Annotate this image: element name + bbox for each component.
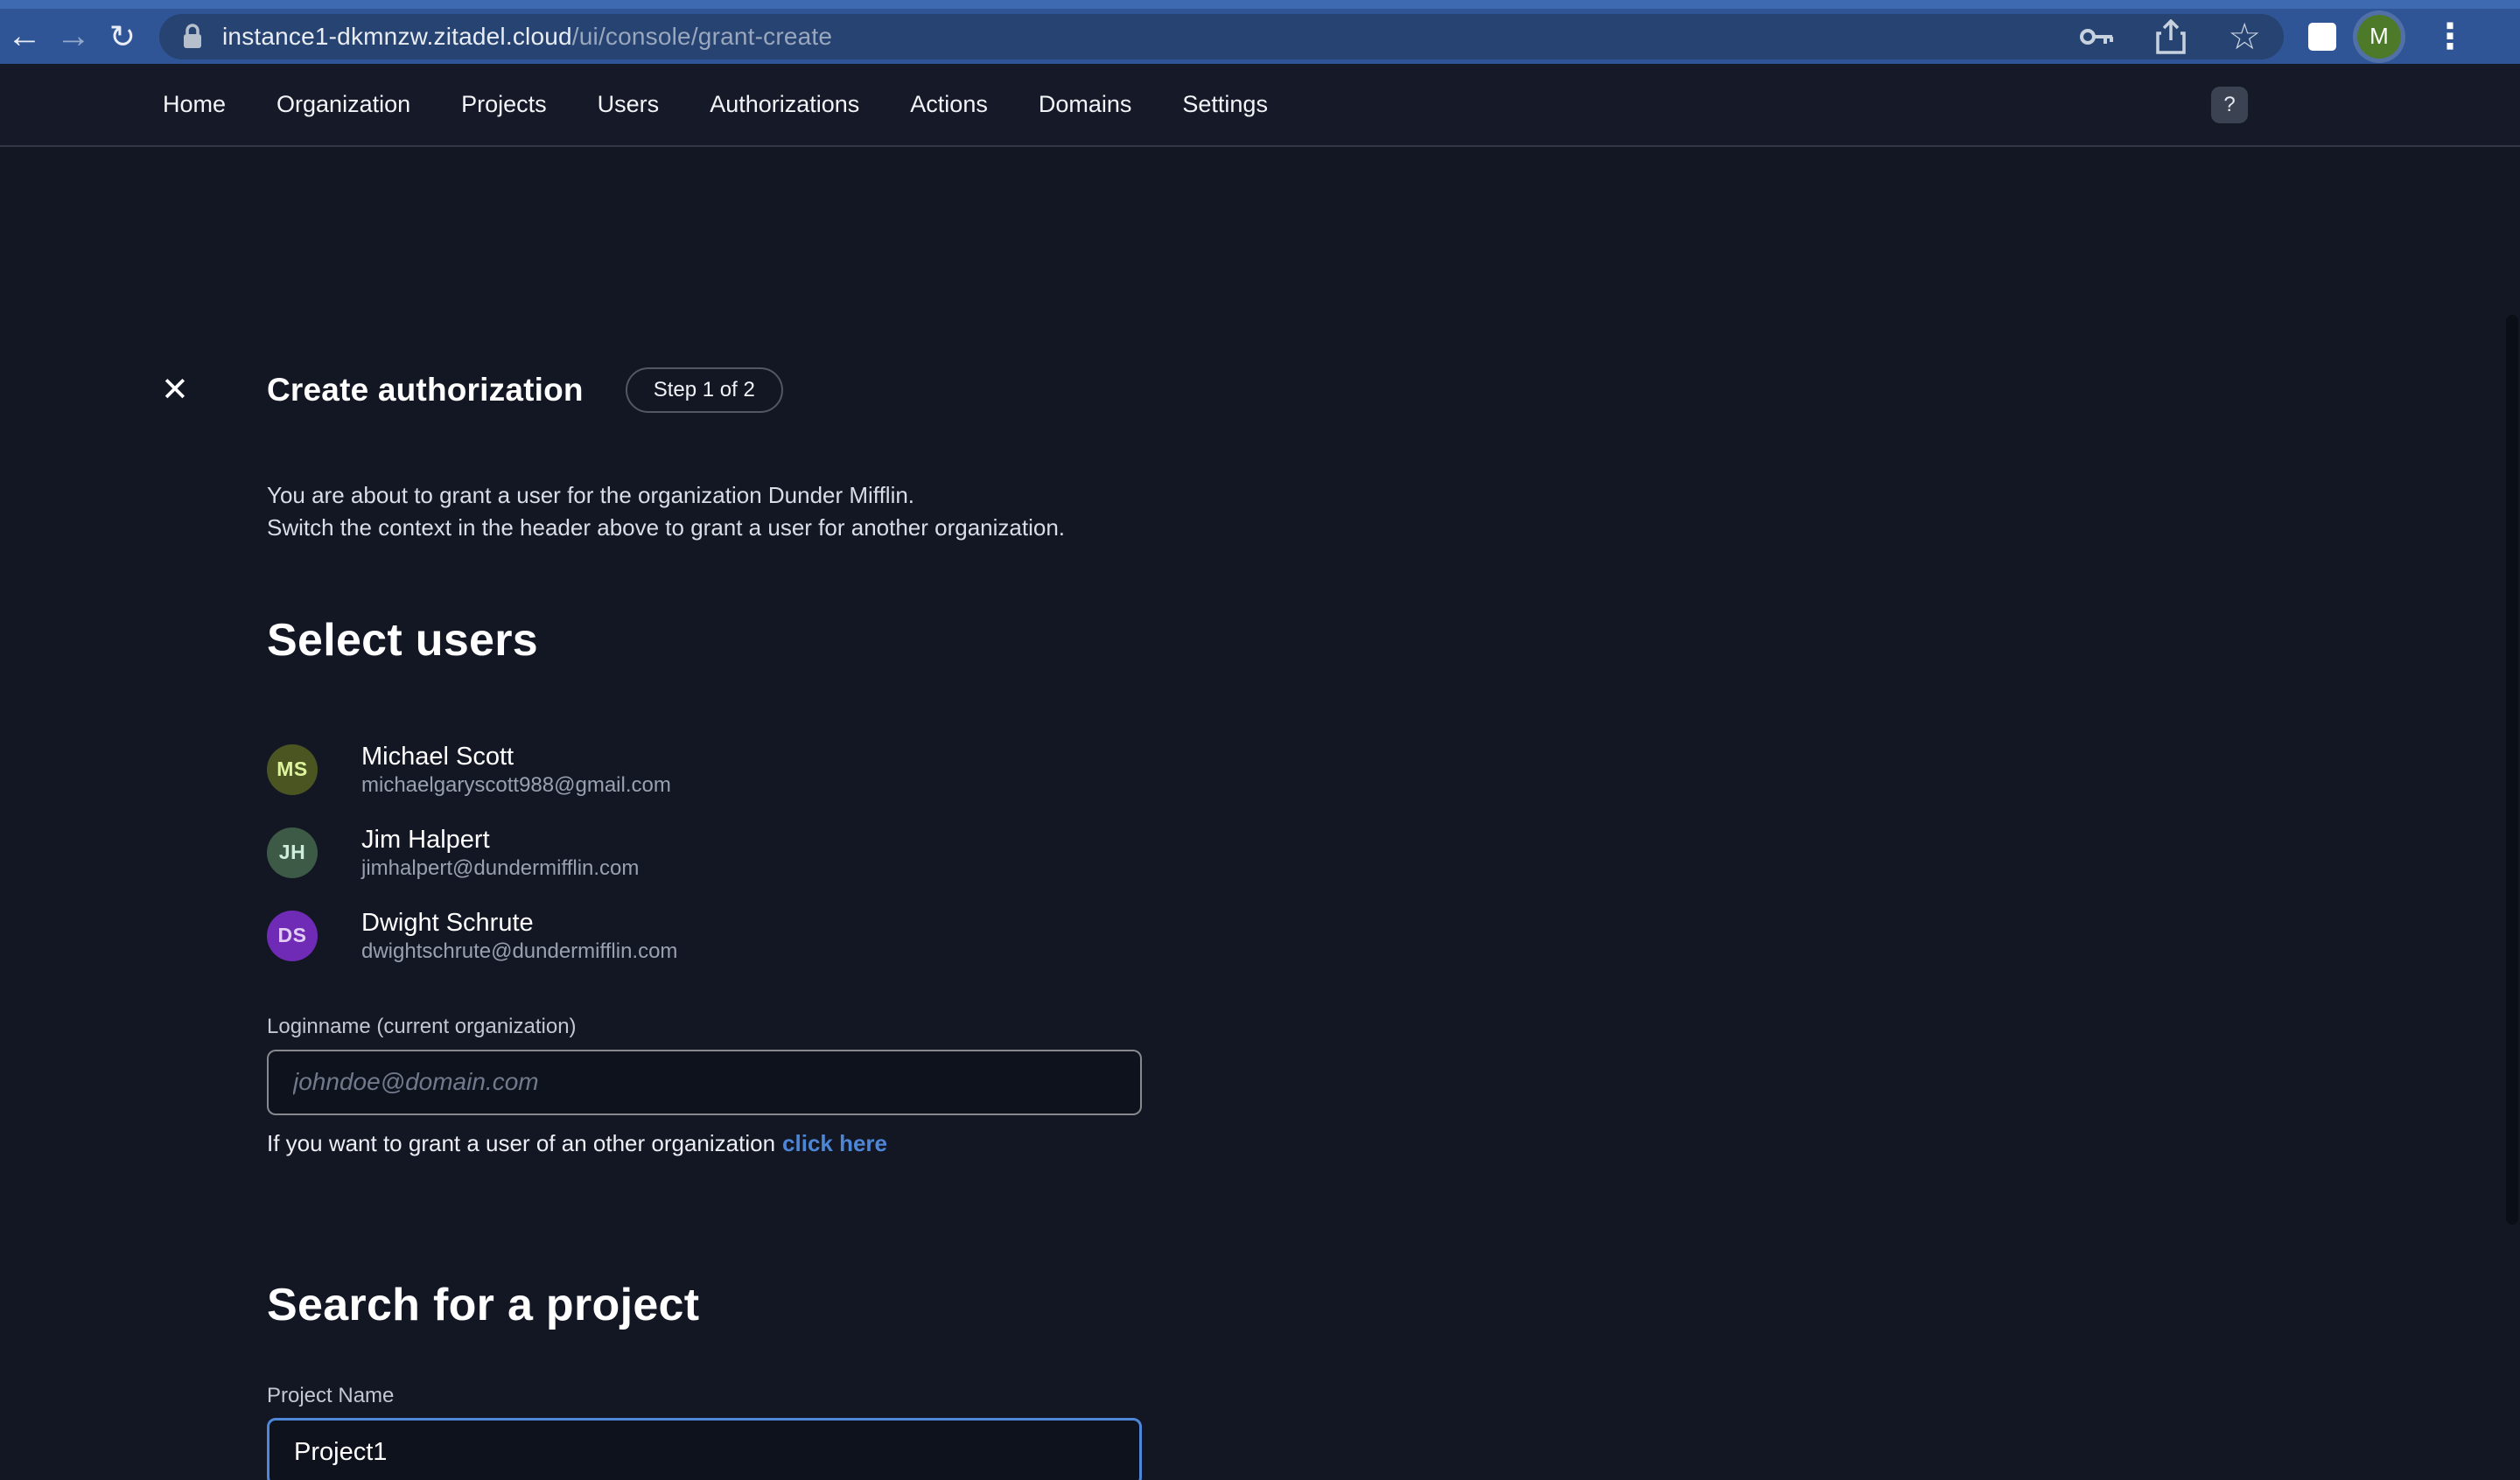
project-name-input[interactable]	[267, 1418, 1142, 1480]
help-button[interactable]: ?	[2211, 87, 2248, 123]
search-project-heading: Search for a project	[267, 1279, 699, 1331]
other-org-sentence: If you want to grant a user of an other …	[267, 1130, 775, 1156]
side-panel-icon[interactable]	[2308, 23, 2336, 51]
user-name: Jim Halpert	[361, 824, 639, 855]
browser-tabstrip	[0, 0, 2520, 9]
page-header: ✕ Create authorization Step 1 of 2	[161, 366, 783, 415]
console-nav: Home Organization Projects Users Authori…	[0, 64, 2520, 147]
nav-item-actions[interactable]: Actions	[910, 91, 988, 118]
step-badge: Step 1 of 2	[626, 367, 783, 413]
browser-toolbar: ← → ↻ instance1-dkmnzw.zitadel.cloud/ui/…	[0, 9, 2520, 64]
intro-line-1: You are about to grant a user for the or…	[267, 479, 1065, 512]
browser-toolbar-right: M ⋮	[2308, 15, 2476, 59]
share-icon[interactable]	[2156, 19, 2186, 54]
address-bar[interactable]: instance1-dkmnzw.zitadel.cloud/ui/consol…	[159, 14, 2284, 59]
nav-item-projects[interactable]: Projects	[461, 91, 547, 118]
nav-item-users[interactable]: Users	[598, 91, 660, 118]
scrollbar-thumb[interactable]	[2506, 315, 2518, 1225]
grant-create-content: ✕ Create authorization Step 1 of 2 You a…	[0, 149, 2520, 1480]
browser-menu-icon[interactable]: ⋮	[2424, 17, 2476, 57]
nav-item-authorizations[interactable]: Authorizations	[710, 91, 859, 118]
url-path: /ui/console/grant-create	[572, 23, 832, 50]
close-icon[interactable]: ✕	[161, 366, 200, 415]
password-key-icon[interactable]	[2079, 25, 2114, 48]
loginname-label: Loginname (current organization)	[267, 1015, 577, 1039]
nav-item-settings[interactable]: Settings	[1182, 91, 1268, 118]
user-row-michael-scott[interactable]: MS Michael Scott michaelgaryscott988@gma…	[267, 728, 677, 811]
user-row-dwight-schrute[interactable]: DS Dwight Schrute dwightschrute@dundermi…	[267, 894, 677, 977]
user-row-jim-halpert[interactable]: JH Jim Halpert jimhalpert@dundermifflin.…	[267, 811, 677, 894]
avatar: DS	[267, 911, 318, 961]
user-name: Dwight Schrute	[361, 907, 677, 939]
intro-line-2: Switch the context in the header above t…	[267, 512, 1065, 544]
select-users-heading: Select users	[267, 614, 538, 667]
page-title: Create authorization	[267, 372, 584, 408]
nav-item-organization[interactable]: Organization	[276, 91, 410, 118]
browser-profile-avatar[interactable]: M	[2357, 15, 2401, 59]
zitadel-console-page: ← → ↻ instance1-dkmnzw.zitadel.cloud/ui/…	[0, 0, 2520, 1480]
intro-text: You are about to grant a user for the or…	[267, 479, 1065, 544]
avatar: MS	[267, 744, 318, 795]
back-icon[interactable]: ←	[0, 9, 49, 64]
user-email: jimhalpert@dundermifflin.com	[361, 855, 639, 882]
loginname-input[interactable]	[267, 1050, 1142, 1115]
nav-item-domains[interactable]: Domains	[1039, 91, 1132, 118]
user-email: michaelgaryscott988@gmail.com	[361, 772, 671, 799]
click-here-link[interactable]: click here	[782, 1130, 887, 1156]
bookmark-star-icon[interactable]: ☆	[2228, 14, 2261, 59]
reload-icon[interactable]: ↻	[98, 9, 147, 64]
url-text: instance1-dkmnzw.zitadel.cloud/ui/consol…	[222, 23, 832, 51]
project-name-label: Project Name	[267, 1384, 394, 1408]
forward-icon[interactable]: →	[49, 9, 98, 64]
user-list: MS Michael Scott michaelgaryscott988@gma…	[267, 728, 677, 977]
user-name: Michael Scott	[361, 741, 671, 772]
other-org-text: If you want to grant a user of an other …	[267, 1130, 887, 1157]
lock-icon	[182, 24, 203, 50]
user-email: dwightschrute@dundermifflin.com	[361, 939, 677, 965]
url-host: instance1-dkmnzw.zitadel.cloud	[222, 23, 572, 50]
nav-item-home[interactable]: Home	[163, 91, 226, 118]
avatar: JH	[267, 827, 318, 878]
